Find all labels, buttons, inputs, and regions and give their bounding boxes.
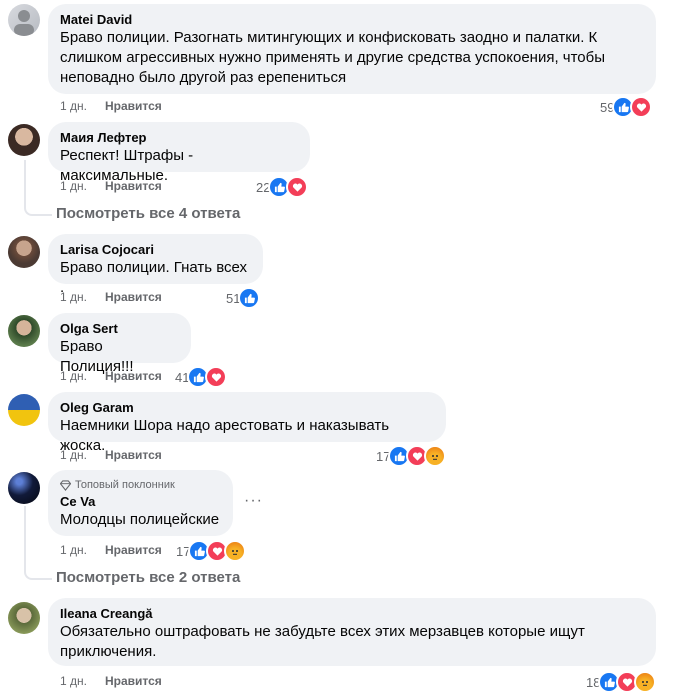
comment-author[interactable]: Маия Лефтер — [60, 130, 298, 146]
reactions-summary[interactable]: 59 — [600, 96, 653, 118]
comment-time[interactable]: 1 дн. — [60, 447, 87, 463]
comment-time[interactable]: 1 дн. — [60, 289, 87, 305]
comment-actions: 1 дн. Нравится — [60, 542, 162, 558]
love-reaction-icon — [630, 96, 653, 118]
reactions-summary[interactable]: 18 — [586, 671, 657, 693]
avatar[interactable] — [8, 4, 40, 36]
angry-reaction-icon — [224, 540, 247, 562]
like-reaction-icon — [238, 287, 261, 309]
comment-time[interactable]: 1 дн. — [60, 542, 87, 558]
reactions-summary[interactable]: 51 — [226, 287, 261, 309]
view-replies-link[interactable]: Посмотреть все 4 ответа — [56, 204, 240, 224]
comment-bubble: Топовый поклонник Ce Va Молодцы полицейс… — [48, 470, 233, 536]
comment-actions: 1 дн. Нравится — [60, 673, 162, 689]
avatar[interactable] — [8, 124, 40, 156]
comment-bubble: Olga Sert Браво Полиция!!! — [48, 313, 191, 375]
comment-bubble: Matei David Браво полиции. Разогнать мит… — [48, 4, 656, 94]
thread-elbow — [24, 560, 52, 580]
love-reaction-icon — [205, 366, 228, 388]
more-options-icon[interactable]: ··· — [244, 492, 263, 510]
reactions-summary[interactable]: 17 — [176, 540, 247, 562]
comment-time[interactable]: 1 дн. — [60, 178, 87, 194]
like-button[interactable]: Нравится — [105, 542, 162, 558]
view-replies-link[interactable]: Посмотреть все 2 ответа — [56, 568, 240, 588]
comment-author[interactable]: Oleg Garam — [60, 400, 434, 416]
diamond-icon — [60, 479, 71, 491]
comment-actions: 1 дн. Нравится — [60, 289, 162, 305]
angry-reaction-icon — [634, 671, 657, 693]
comment-actions: 1 дн. Нравится — [60, 98, 162, 114]
reactions-summary[interactable]: 17 — [376, 445, 447, 467]
comment-time[interactable]: 1 дн. — [60, 98, 87, 114]
comment-time[interactable]: 1 дн. — [60, 673, 87, 689]
thread-elbow — [24, 196, 52, 216]
love-reaction-icon — [286, 176, 309, 198]
comment-text: Обязательно оштрафовать не забудьте всех… — [60, 623, 585, 660]
like-button[interactable]: Нравится — [105, 368, 162, 384]
thread-line — [24, 506, 26, 568]
reactions-summary[interactable]: 22 — [256, 176, 309, 198]
comment-bubble: Ileana Creangă Обязательно оштрафовать н… — [48, 598, 656, 666]
like-button[interactable]: Нравится — [105, 289, 162, 305]
comment-author[interactable]: Matei David — [60, 12, 644, 28]
avatar-placeholder-icon — [14, 10, 34, 36]
top-fan-badge: Топовый поклонник — [60, 478, 221, 492]
comment-actions: 1 дн. Нравится — [60, 178, 162, 194]
comment-author[interactable]: Olga Sert — [60, 321, 179, 337]
comment-author[interactable]: Ce Va — [60, 494, 221, 510]
reactions-summary[interactable]: 41 — [175, 366, 228, 388]
like-button[interactable]: Нравится — [105, 673, 162, 689]
like-button[interactable]: Нравится — [105, 98, 162, 114]
comment-author[interactable]: Ileana Creangă — [60, 606, 644, 622]
avatar[interactable] — [8, 236, 40, 268]
badge-label: Топовый поклонник — [75, 479, 175, 491]
comment-actions: 1 дн. Нравится — [60, 447, 162, 463]
avatar[interactable] — [8, 472, 40, 504]
avatar[interactable] — [8, 315, 40, 347]
avatar[interactable] — [8, 602, 40, 634]
comment-text: Молодцы полицейские — [60, 511, 220, 528]
avatar[interactable] — [8, 394, 40, 426]
comment-text: Браво полиции. Разогнать митингующих и к… — [60, 29, 606, 86]
comment-actions: 1 дн. Нравится — [60, 368, 162, 384]
comment-time[interactable]: 1 дн. — [60, 368, 87, 384]
like-button[interactable]: Нравится — [105, 447, 162, 463]
comment-bubble: Larisa Cojocari Браво полиции. Гнать все… — [48, 234, 263, 296]
comment-author[interactable]: Larisa Cojocari — [60, 242, 251, 258]
comment-bubble: Маия Лефтер Респект! Штрафы - максимальн… — [48, 122, 310, 184]
comment-bubble: Oleg Garam Наемники Шора надо арестовать… — [48, 392, 446, 454]
like-button[interactable]: Нравится — [105, 178, 162, 194]
angry-reaction-icon — [424, 445, 447, 467]
